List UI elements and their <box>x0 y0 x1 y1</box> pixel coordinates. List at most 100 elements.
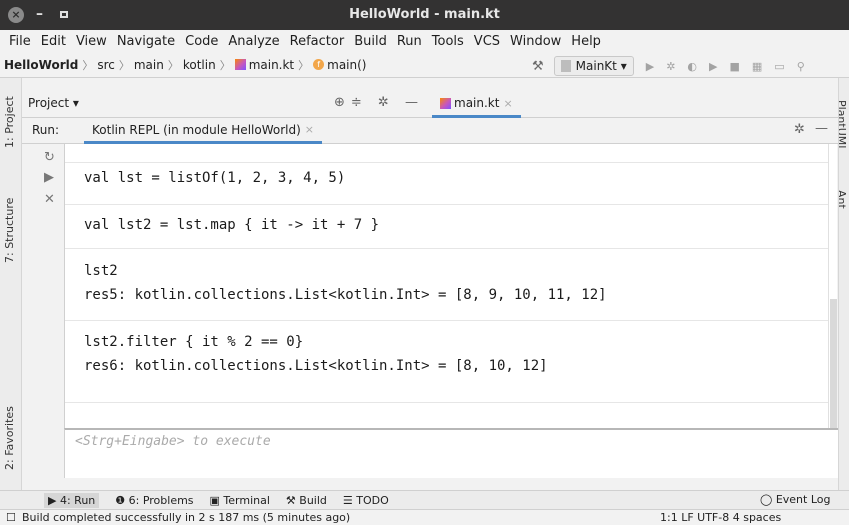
title-bar: × – HelloWorld - main.kt <box>0 0 849 30</box>
kotlin-config-icon <box>560 60 571 72</box>
chevron-right-icon: 〉 <box>82 58 94 72</box>
console-line: lst2 <box>84 263 118 279</box>
event-log-label: Event Log <box>775 493 831 506</box>
tab-todo-label: TODO <box>356 493 389 507</box>
project-structure-icon[interactable]: ▦ <box>752 60 762 73</box>
execute-icon[interactable]: ▶ <box>44 170 54 185</box>
debug-icon[interactable]: ✲ <box>666 60 675 73</box>
console-line: res6: kotlin.collections.List<kotlin.Int… <box>84 358 548 374</box>
menu-bar: File Edit View Navigate Code Analyze Ref… <box>0 30 849 52</box>
run-panel-header: Run: Kotlin REPL (in module HelloWorld) … <box>22 118 838 144</box>
status-square-icon[interactable]: ☐ <box>6 511 16 524</box>
console-line: lst2.filter { it % 2 == 0} <box>84 334 304 350</box>
repl-console[interactable]: val lst = listOf(1, 2, 3, 4, 5) val lst2… <box>64 144 829 428</box>
tab-run[interactable]: ▶ 4: Run <box>44 492 100 508</box>
terminal-icon[interactable]: ▭ <box>774 60 784 73</box>
repl-input[interactable]: <Strg+Eingabe> to execute <box>64 428 838 478</box>
kotlin-file-icon <box>440 97 451 109</box>
menu-window[interactable]: Window <box>505 34 566 49</box>
tab-project[interactable]: 1: Project <box>3 96 16 148</box>
console-line: val lst2 = lst.map { it -> it + 7 } <box>84 217 380 233</box>
tab-build[interactable]: ⚒ Build <box>286 494 327 507</box>
kotlin-file-icon <box>234 59 246 70</box>
minimize-icon[interactable]: — <box>815 121 828 136</box>
tab-todo[interactable]: ☰ TODO <box>343 494 389 507</box>
breadcrumb-file[interactable]: main.kt <box>249 58 294 72</box>
hammer-icon[interactable]: ⚒ <box>532 59 544 74</box>
tab-favorites[interactable]: 2: Favorites <box>3 406 16 470</box>
right-tool-stripe: PlantUML Ant <box>838 78 849 509</box>
tab-kotlin-repl[interactable]: Kotlin REPL (in module HelloWorld) × <box>84 118 322 144</box>
breadcrumb-src[interactable]: src <box>97 58 115 72</box>
run-config-label: MainKt ▾ <box>575 59 627 73</box>
chevron-right-icon: 〉 <box>118 58 130 72</box>
search-icon[interactable]: ⚲ <box>797 60 805 73</box>
chevron-right-icon: 〉 <box>167 58 179 72</box>
menu-edit[interactable]: Edit <box>36 34 71 49</box>
menu-help[interactable]: Help <box>566 34 606 49</box>
breadcrumb-function[interactable]: main() <box>327 58 366 72</box>
status-bar: ☐ Build completed successfully in 2 s 18… <box>0 509 849 525</box>
run-toolbar: ⚒ MainKt ▾ ▶ ✲ ◐ ▶ ■ ▦ ▭ ⚲ <box>532 56 805 76</box>
console-scrollbar[interactable] <box>828 144 837 428</box>
separator <box>65 320 829 321</box>
menu-build[interactable]: Build <box>349 34 392 49</box>
separator <box>65 402 829 403</box>
tab-problems[interactable]: ❶ 6: Problems <box>115 494 193 507</box>
run-side-toolbar: ↻ ▶ ✕ <box>38 144 64 478</box>
scrollbar-thumb[interactable] <box>830 299 837 428</box>
run-label: Run: <box>32 123 60 137</box>
profile-icon[interactable]: ▶ <box>709 60 717 73</box>
tab-ant[interactable]: Ant <box>839 190 848 209</box>
file-tab-label: main.kt <box>454 96 500 110</box>
breadcrumb-kotlin[interactable]: kotlin <box>183 58 216 72</box>
tab-build-label: Build <box>299 493 327 507</box>
repl-tab-label: Kotlin REPL (in module HelloWorld) <box>92 122 301 137</box>
left-tool-stripe: 1: Project 7: Structure 2: Favorites <box>0 78 22 509</box>
menu-analyze[interactable]: Analyze <box>223 34 284 49</box>
menu-file[interactable]: File <box>4 34 36 49</box>
run-icon[interactable]: ▶ <box>646 60 654 73</box>
menu-vcs[interactable]: VCS <box>469 34 505 49</box>
menu-code[interactable]: Code <box>180 34 223 49</box>
status-info[interactable]: 1:1 LF UTF-8 4 spaces <box>660 511 781 524</box>
breadcrumb-main[interactable]: main <box>134 58 164 72</box>
gear-icon[interactable]: ✲ <box>794 122 805 137</box>
tab-run-label: 4: Run <box>59 493 96 507</box>
menu-tools[interactable]: Tools <box>427 34 469 49</box>
separator <box>65 204 829 205</box>
rerun-icon[interactable]: ↻ <box>44 150 55 165</box>
tab-structure[interactable]: 7: Structure <box>3 198 16 263</box>
stop-icon[interactable]: ■ <box>729 60 739 73</box>
tab-main-kt[interactable]: main.kt × <box>432 91 521 118</box>
project-view-selector[interactable]: Project ▾ <box>28 96 79 110</box>
close-icon[interactable]: × <box>503 97 512 110</box>
close-icon[interactable]: ✕ <box>44 192 55 207</box>
run-config-selector[interactable]: MainKt ▾ <box>553 56 634 76</box>
close-icon[interactable]: × <box>305 123 314 136</box>
chevron-right-icon: 〉 <box>298 58 310 72</box>
function-icon: f <box>313 59 325 70</box>
tab-problems-label: 6: Problems <box>128 493 194 507</box>
tab-terminal[interactable]: ▣ Terminal <box>210 494 270 507</box>
repl-input-placeholder: <Strg+Eingabe> to execute <box>75 434 271 449</box>
tab-terminal-label: Terminal <box>223 493 270 507</box>
menu-run[interactable]: Run <box>392 34 427 49</box>
separator <box>65 162 829 163</box>
project-panel-icons[interactable]: ⊕≑ ✲ — <box>334 95 424 110</box>
status-message: Build completed successfully in 2 s 187 … <box>22 511 351 524</box>
console-line: val lst = listOf(1, 2, 3, 4, 5) <box>84 170 346 186</box>
console-line: res5: kotlin.collections.List<kotlin.Int… <box>84 287 607 303</box>
separator <box>65 248 829 249</box>
window-title: HelloWorld - main.kt <box>349 7 500 22</box>
breadcrumb-project[interactable]: HelloWorld <box>4 58 78 72</box>
event-log-button[interactable]: ◯ Event Log <box>760 493 830 506</box>
tool-window-bar: ▶ 4: Run ❶ 6: Problems ▣ Terminal ⚒ Buil… <box>0 490 849 509</box>
coverage-icon[interactable]: ◐ <box>687 60 697 73</box>
chevron-right-icon: 〉 <box>219 58 231 72</box>
menu-view[interactable]: View <box>71 34 112 49</box>
tab-plantuml[interactable]: PlantUML <box>839 100 848 151</box>
menu-refactor[interactable]: Refactor <box>285 34 350 49</box>
menu-navigate[interactable]: Navigate <box>112 34 180 49</box>
project-panel-header: Project ▾ ⊕≑ ✲ — main.kt × <box>22 91 838 118</box>
